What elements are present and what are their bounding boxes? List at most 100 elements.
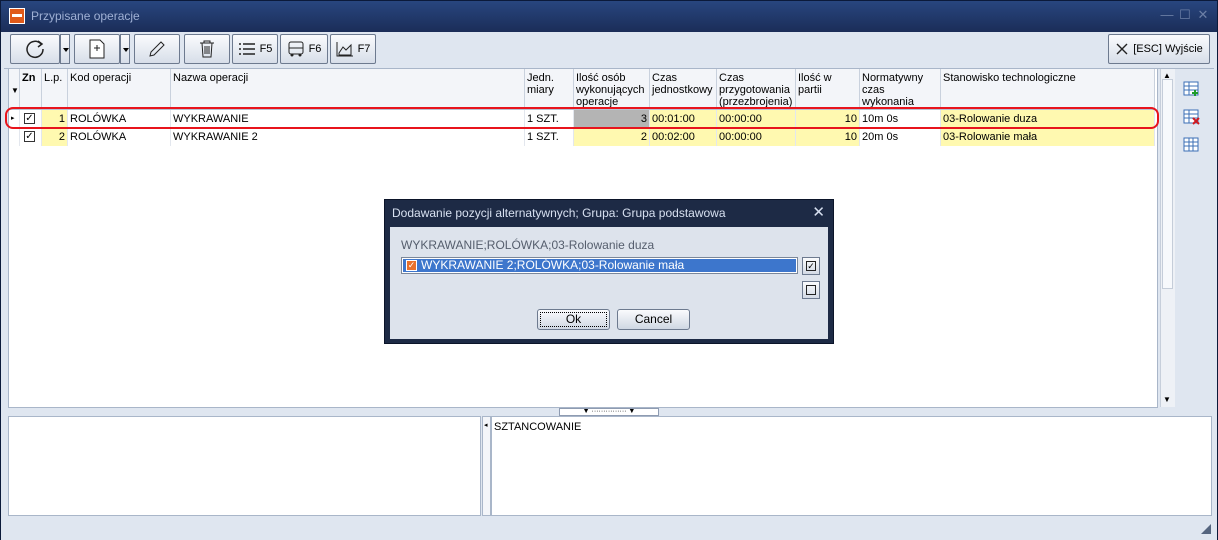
pencil-icon: [149, 41, 165, 57]
grid-scrollbar[interactable]: ▲ ▼: [1160, 69, 1175, 407]
row-czas-j: 00:02:00: [650, 128, 717, 146]
row-indicator-header: ▼: [9, 69, 20, 109]
row-osoby[interactable]: 3: [574, 110, 650, 128]
refresh-dropdown[interactable]: [60, 34, 70, 64]
new-dropdown[interactable]: [120, 34, 130, 64]
main-window: Przypisane operacje — ☐ ✕ F5 F6 F7 [ESC]…: [0, 0, 1218, 540]
row-stanowisko: 03-Rolowanie mała: [941, 128, 1155, 146]
new-document-icon: [89, 39, 105, 59]
list-f5-button[interactable]: F5: [232, 34, 278, 64]
row-kod: ROLÓWKA: [68, 128, 171, 146]
col-kod[interactable]: Kod operacji: [68, 69, 171, 109]
row-indicator: [9, 128, 20, 146]
row-partia: 10: [796, 128, 860, 146]
row-nazwa: WYKRAWANIE: [171, 110, 525, 128]
col-norm[interactable]: Normatywny czas wykonania partii: [860, 69, 941, 109]
cancel-button[interactable]: Cancel: [617, 309, 690, 330]
minimize-icon[interactable]: —: [1159, 7, 1175, 23]
bottom-right-panel: SZTANCOWANIE: [491, 416, 1212, 516]
trash-icon: [200, 40, 214, 58]
chart-f7-button[interactable]: F7: [330, 34, 376, 64]
dialog-subtitle: WYKRAWANIE;ROLÓWKA;03-Rolowanie duza: [401, 238, 655, 252]
col-stanowisko[interactable]: Stanowisko technologiczne: [941, 69, 1155, 109]
checked-box-icon: ✓: [806, 261, 816, 271]
f5-label: F5: [259, 43, 273, 55]
row-indicator: ▸: [9, 110, 20, 128]
table-row[interactable]: ✓ 2 ROLÓWKA WYKRAWANIE 2 1 SZT. 2 00:02:…: [9, 128, 1155, 146]
current-row-icon: ▸: [11, 115, 15, 122]
row-czas-j: 00:01:00: [650, 110, 717, 128]
dialog-title: Dodawanie pozycji alternatywnych; Grupa:…: [392, 206, 726, 220]
row-nazwa: WYKRAWANIE 2: [171, 128, 525, 146]
exit-button[interactable]: [ESC] Wyjście: [1108, 34, 1210, 64]
f6-label: F6: [308, 43, 322, 55]
alternatives-list[interactable]: ✓ WYKRAWANIE 2;ROLÓWKA;03-Rolowanie mała: [401, 257, 798, 274]
item-label: WYKRAWANIE 2;ROLÓWKA;03-Rolowanie mała: [421, 258, 685, 272]
ok-button[interactable]: Ok: [537, 309, 610, 330]
close-icon: [1116, 43, 1128, 55]
description-text: SZTANCOWANIE: [494, 421, 582, 433]
col-czas-j[interactable]: Czas jednostkowy: [650, 69, 717, 109]
dialog-body: WYKRAWANIE;ROLÓWKA;03-Rolowanie duza ✓ W…: [390, 227, 828, 339]
row-czas-p: 00:00:00: [717, 128, 796, 146]
edit-button[interactable]: [134, 34, 180, 64]
grid-header: ▼ Zn L.p. Kod operacji Nazwa operacji Je…: [9, 69, 1155, 110]
bottom-left-panel: [8, 416, 481, 516]
f7-label: F7: [357, 43, 371, 55]
list-item[interactable]: ✓ WYKRAWANIE 2;ROLÓWKA;03-Rolowanie mała: [403, 259, 796, 272]
row-checkbox[interactable]: ✓: [24, 113, 35, 124]
side-toolbar: [1177, 69, 1209, 409]
delete-button[interactable]: [184, 34, 230, 64]
delete-row-icon[interactable]: [1183, 109, 1201, 125]
title-bar: Przypisane operacje — ☐ ✕: [1, 1, 1217, 32]
deselect-all-button[interactable]: [802, 281, 820, 299]
table-view-icon[interactable]: [1183, 137, 1201, 153]
refresh-button[interactable]: [10, 34, 60, 64]
row-jm: 1 SZT.: [525, 110, 574, 128]
maximize-icon[interactable]: ☐: [1177, 7, 1193, 23]
col-jm[interactable]: Jedn. miary: [525, 69, 574, 109]
item-checkbox[interactable]: ✓: [406, 260, 417, 271]
row-jm: 1 SZT.: [525, 128, 574, 146]
horizontal-splitter[interactable]: ▼ ··············· ▼: [559, 408, 659, 416]
bus-icon: [288, 41, 304, 57]
dialog-close-icon[interactable]: ✕: [812, 203, 825, 221]
select-all-button[interactable]: ✓: [802, 257, 820, 275]
row-checkbox-cell[interactable]: ✓: [20, 110, 42, 128]
close-icon[interactable]: ✕: [1195, 7, 1211, 23]
col-partia[interactable]: Ilość w partii: [796, 69, 860, 109]
row-lp: 1: [42, 110, 68, 128]
vehicle-f6-button[interactable]: F6: [280, 34, 328, 64]
row-czas-p: 00:00:00: [717, 110, 796, 128]
row-checkbox[interactable]: ✓: [24, 131, 35, 142]
row-stanowisko: 03-Rolowanie duza: [941, 110, 1155, 128]
row-osoby[interactable]: 2: [574, 128, 650, 146]
scroll-thumb[interactable]: [1162, 79, 1173, 289]
row-checkbox-cell[interactable]: ✓: [20, 128, 42, 146]
scroll-down-icon[interactable]: ▼: [1163, 395, 1171, 404]
col-lp[interactable]: L.p.: [42, 69, 68, 109]
col-zn[interactable]: Zn: [20, 69, 42, 109]
splitter-arrow-icon[interactable]: ◂: [484, 421, 488, 429]
col-czas-p[interactable]: Czas przygotowania (przezbrojenia): [717, 69, 796, 109]
toolbar: F5 F6 F7 [ESC] Wyjście: [4, 32, 1214, 69]
app-logo-icon: [9, 8, 25, 24]
list-icon: [238, 43, 255, 55]
col-osoby[interactable]: Ilość osób wykonujących operacje: [574, 69, 650, 109]
col-nazwa[interactable]: Nazwa operacji: [171, 69, 525, 109]
row-lp: 2: [42, 128, 68, 146]
resize-grip-icon[interactable]: [1201, 524, 1211, 534]
row-norm: 20m 0s: [860, 128, 941, 146]
exit-label: [ESC] Wyjście: [1133, 43, 1203, 55]
add-row-icon[interactable]: [1183, 81, 1201, 97]
area-chart-icon: [336, 42, 353, 57]
empty-box-icon: [806, 285, 816, 295]
row-kod: ROLÓWKA: [68, 110, 171, 128]
window-title: Przypisane operacje: [31, 9, 140, 23]
status-bar: [1, 518, 1217, 540]
new-document-button[interactable]: [74, 34, 120, 64]
table-row[interactable]: ▸ ✓ 1 ROLÓWKA WYKRAWANIE 1 SZT. 3 00:01:…: [9, 110, 1155, 128]
vertical-splitter[interactable]: ◂: [482, 416, 491, 516]
alternative-dialog: Dodawanie pozycji alternatywnych; Grupa:…: [384, 199, 834, 344]
refresh-icon: [26, 40, 44, 58]
